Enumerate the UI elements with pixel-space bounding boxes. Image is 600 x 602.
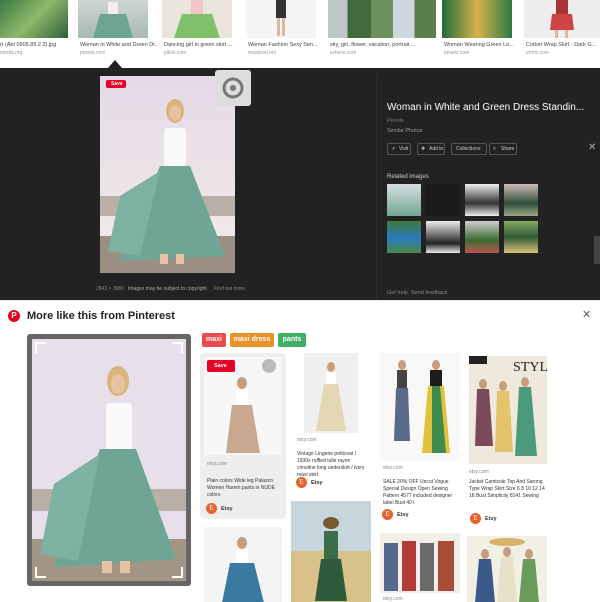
pin-seller-2[interactable]: Etsy (311, 480, 323, 486)
share-icon: < (493, 146, 496, 152)
pin-seller-3[interactable]: Etsy (397, 512, 409, 518)
result-thumb-4[interactable] (246, 0, 316, 38)
pin-image-3[interactable] (380, 353, 460, 461)
result-caption-6[interactable]: Woman Wearing Green Lo... (444, 42, 522, 48)
selected-pointer-icon (108, 60, 122, 68)
related-image-4[interactable] (504, 184, 538, 216)
etsy-logo-icon: E (296, 477, 307, 488)
pinterest-title: More like this from Pinterest (27, 310, 175, 322)
next-image-arrow[interactable] (594, 236, 600, 264)
visit-label: Visit (399, 146, 409, 152)
similar-photos-link[interactable]: Similar Photos (387, 128, 422, 134)
pattern-brand-label: STYLE (513, 360, 547, 375)
pin-description-4: Jacket Camisole Top And Sarong Type Wrap… (469, 479, 545, 499)
result-thumb-3[interactable] (162, 0, 232, 38)
image-dimensions: 2843 × 3980 (96, 286, 124, 292)
results-strip: rt (Abt 0905.85.2.2).jpg media.org Woman… (0, 0, 600, 68)
result-source-6: pexels.com (444, 50, 470, 56)
pin-image-6[interactable] (291, 501, 371, 602)
thumb-figure (93, 2, 133, 38)
pin-image-5[interactable] (204, 527, 282, 602)
pin-seller-1[interactable]: Etsy (221, 506, 233, 512)
related-image-8[interactable] (504, 221, 538, 253)
collections-label: Collections (456, 146, 481, 152)
pin-description-1: Plain colors Wide leg Palazzo Women Hare… (207, 478, 275, 498)
etsy-logo-icon: E (206, 503, 217, 514)
pin-save-button[interactable]: Save (207, 360, 235, 372)
related-image-3[interactable] (465, 184, 499, 216)
pin-image-7[interactable] (380, 533, 460, 593)
result-caption-1[interactable]: rt (Abt 0905.85.2.2).jpg (0, 42, 78, 48)
lens-icon (222, 77, 244, 99)
pin-image-4[interactable]: STYLE (469, 356, 547, 464)
result-caption-7[interactable]: Cotton Wrap Skirt - Dark G... (526, 42, 600, 48)
share-label: Share (501, 146, 515, 152)
thumb-figure (550, 0, 574, 38)
result-source-3: pikist.com (164, 50, 187, 56)
related-image-7[interactable] (465, 221, 499, 253)
etsy-logo-icon: E (470, 513, 481, 524)
related-image-6[interactable] (426, 221, 460, 253)
pin-description-3: SALE 20% OFF Uncut Vogue Special Design … (383, 479, 453, 506)
result-thumb-1[interactable] (0, 0, 68, 38)
result-source-1: media.org (0, 50, 23, 56)
save-button[interactable]: Save (106, 80, 126, 88)
pin-image-8[interactable] (467, 536, 547, 602)
result-source-7: vrmtc.com (526, 50, 550, 56)
pinterest-logo-icon: P (8, 310, 20, 322)
result-source-5: pxhere.com (330, 50, 357, 56)
pin-domain-2: etsy.com (297, 437, 317, 443)
result-caption-4[interactable]: Woman Fashion Sexy Sen... (248, 42, 326, 48)
pin-seller-4[interactable]: Etsy (485, 516, 497, 522)
pinterest-panel: P More like this from Pinterest ✕ maxi m… (0, 300, 600, 602)
etsy-logo-icon: E (382, 509, 393, 520)
close-icon[interactable]: ✕ (582, 308, 591, 321)
related-image-5[interactable] (387, 221, 421, 253)
image-viewer: Save 2843 × 3980 Images may be subject t… (0, 68, 600, 300)
add-icon: ✚ (421, 146, 426, 152)
copyright-notice: Images may be subject to copyright. (128, 286, 209, 292)
result-caption-5[interactable]: sky, girl, flower, vacation, portrait ..… (330, 42, 430, 48)
add-to-button[interactable]: ✚ Add to (417, 143, 445, 155)
pin-domain-5: etsy.com (383, 596, 403, 602)
thumb-figure (276, 0, 286, 36)
visual-search-button[interactable] (215, 70, 251, 106)
close-viewer-icon[interactable]: ✕ (588, 142, 596, 153)
tag-maxi-dress[interactable]: maxi dress (230, 333, 274, 347)
share-button[interactable]: < Share (489, 143, 517, 155)
result-source-2: pexels.com (80, 50, 106, 56)
result-thumb-2[interactable] (78, 0, 148, 38)
related-images-label: Related images (387, 174, 429, 180)
send-feedback-link[interactable]: Send feedback (411, 290, 448, 296)
selected-pin-image (32, 339, 186, 581)
result-thumb-6[interactable] (442, 0, 512, 38)
pin-visual-search-icon[interactable] (262, 359, 276, 373)
image-source[interactable]: Pexels (387, 118, 404, 124)
image-info-panel: Woman in White and Green Dress Standin..… (376, 76, 592, 300)
tag-maxi[interactable]: maxi (202, 333, 226, 347)
visit-icon: ↗ (391, 146, 396, 152)
visit-button[interactable]: ↗ Visit (387, 143, 411, 155)
result-thumb-5[interactable] (328, 0, 436, 38)
selected-pin-frame[interactable] (27, 334, 191, 586)
tag-pants[interactable]: pants (278, 333, 306, 347)
google-images-screen: rt (Abt 0905.85.2.2).jpg media.org Woman… (0, 0, 600, 602)
related-image-2[interactable] (426, 184, 460, 216)
result-thumb-7[interactable] (524, 0, 600, 38)
image-title[interactable]: Woman in White and Green Dress Standin..… (387, 102, 584, 113)
get-help-link[interactable]: Get help (387, 290, 408, 296)
result-caption-3[interactable]: Dancing girl in green skirt ... (164, 42, 242, 48)
result-source-4: maxpixel.net (248, 50, 277, 56)
pin-domain-1: etsy.com (207, 461, 227, 467)
add-to-label: Add to (429, 146, 444, 152)
find-out-more-link[interactable]: Find out more (214, 286, 245, 292)
result-caption-2[interactable]: Woman in White and Green Dr... (80, 42, 158, 48)
collections-button[interactable]: Collections (451, 143, 487, 155)
pin-domain-4: etsy.com (469, 469, 489, 475)
related-image-1[interactable] (387, 184, 421, 216)
pin-domain-3: etsy.com (383, 465, 403, 471)
pin-image-2[interactable] (304, 353, 358, 433)
pin-description-2: Vintage Lingerie petticoat / 1930s ruffl… (297, 451, 365, 478)
thumb-figure (174, 0, 220, 38)
